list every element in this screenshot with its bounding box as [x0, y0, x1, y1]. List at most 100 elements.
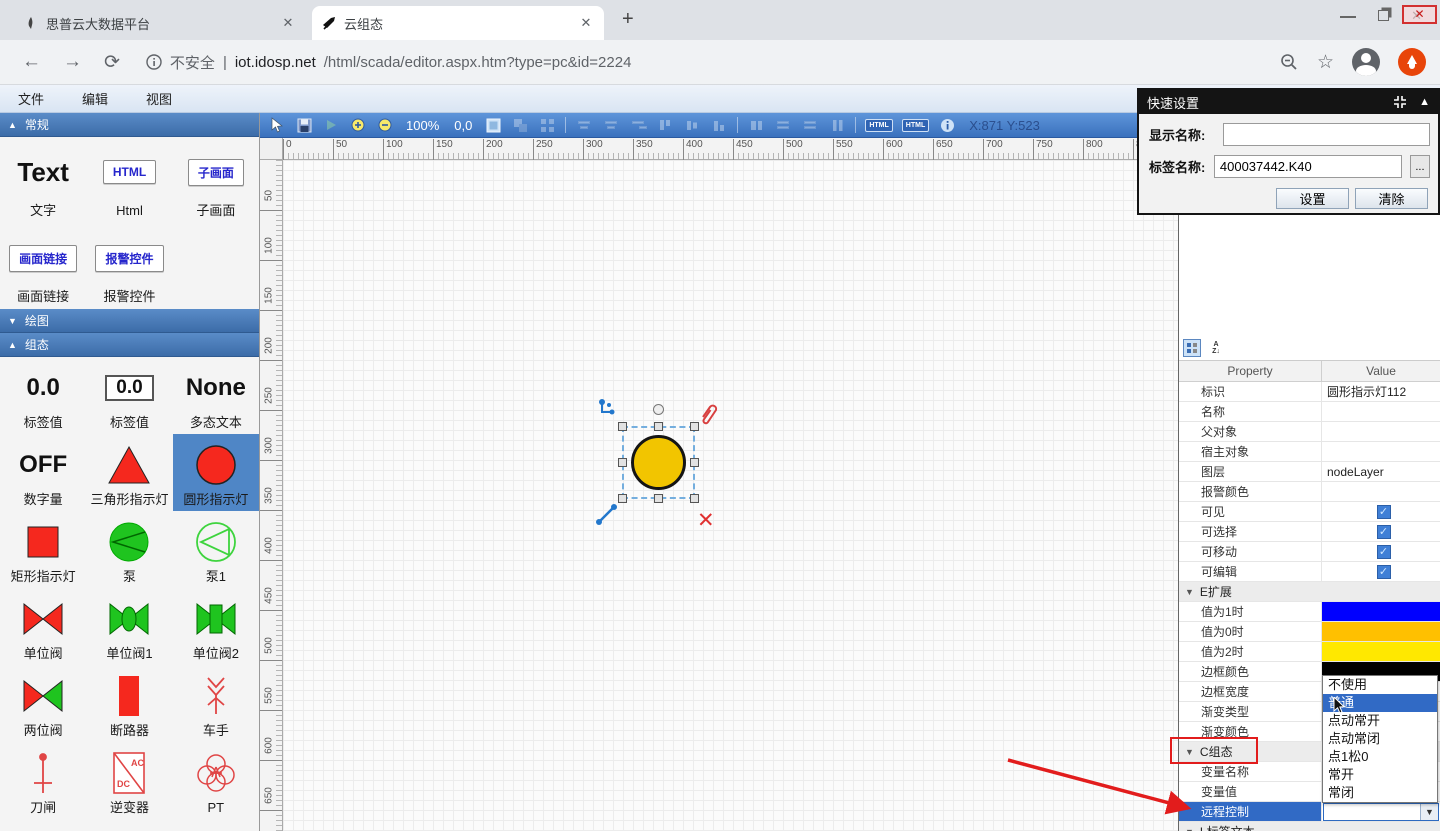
property-value[interactable]: ✓ — [1322, 522, 1440, 541]
palette-item-subscreen[interactable]: 子画面子画面 — [173, 137, 259, 223]
palette-item-inverter[interactable]: ACDC逆变器 — [86, 742, 172, 819]
align-middle-icon[interactable] — [683, 116, 701, 134]
palette-section-general[interactable]: ▲ 常规 — [0, 113, 259, 137]
property-value[interactable] — [1322, 402, 1440, 421]
canvas-settings-icon[interactable] — [484, 116, 502, 134]
resize-handle-ml[interactable] — [618, 458, 627, 467]
minimize-icon[interactable] — [1340, 8, 1356, 18]
palette-item-tag-value[interactable]: 0.0标签值 — [0, 357, 86, 434]
property-row-值为2时[interactable]: 值为2时 — [1179, 642, 1440, 662]
clear-button[interactable]: 清除 — [1355, 188, 1428, 209]
resize-diagonal-icon[interactable] — [595, 502, 619, 526]
attach-tag-icon[interactable] — [697, 403, 719, 427]
same-width-icon[interactable] — [747, 116, 765, 134]
palette-item-valve2[interactable]: 单位阀2 — [173, 588, 259, 665]
checkbox-checked[interactable]: ✓ — [1377, 505, 1391, 519]
new-tab-button[interactable]: + — [622, 8, 634, 31]
palette-item-html[interactable]: HTMLHtml — [86, 137, 172, 223]
palette-item-alarm-control[interactable]: 报警控件报警控件 — [86, 223, 172, 309]
align-left-icon[interactable] — [575, 116, 593, 134]
dropdown-option-不使用[interactable]: 不使用 — [1323, 676, 1437, 694]
browser-tab-editor[interactable]: 云组态 ✕ — [312, 6, 604, 40]
resize-handle-br[interactable] — [690, 494, 699, 503]
palette-item-hand-switch[interactable]: 车手 — [173, 665, 259, 742]
property-value[interactable] — [1322, 422, 1440, 441]
property-row-可见[interactable]: 可见✓ — [1179, 502, 1440, 522]
palette-section-draw[interactable]: ▼ 绘图 — [0, 309, 259, 333]
property-row-标识[interactable]: 标识圆形指示灯112 — [1179, 382, 1440, 402]
dropdown-option-点动常闭[interactable]: 点动常闭 — [1323, 730, 1437, 748]
menu-view[interactable]: 视图 — [146, 89, 172, 108]
property-value[interactable]: 圆形指示灯112 — [1322, 382, 1440, 401]
zoom-in-icon[interactable] — [349, 116, 367, 134]
ungroup-icon[interactable] — [538, 116, 556, 134]
checkbox-checked[interactable]: ✓ — [1377, 545, 1391, 559]
palette-item-circle-indicator[interactable]: 圆形指示灯 — [173, 434, 259, 511]
dropdown-option-点1松0[interactable]: 点1松0 — [1323, 748, 1437, 766]
property-row-category-E扩展[interactable]: ▼E扩展 — [1179, 582, 1440, 602]
palette-item-breaker[interactable]: 断路器 — [86, 665, 172, 742]
palette-item-valve1[interactable]: 单位阀1 — [86, 588, 172, 665]
tag-name-input[interactable] — [1214, 155, 1402, 178]
dropdown-option-常闭[interactable]: 常闭 — [1323, 784, 1437, 802]
run-icon[interactable] — [322, 116, 340, 134]
restore-icon[interactable] — [1378, 10, 1389, 21]
resize-handle-mr[interactable] — [690, 458, 699, 467]
distribute-h-icon[interactable] — [801, 116, 819, 134]
property-row-值为0时[interactable]: 值为0时 — [1179, 622, 1440, 642]
collapse-icon[interactable]: ▼ — [1185, 587, 1194, 597]
property-value[interactable]: ✓ — [1322, 562, 1440, 581]
bookmark-star-icon[interactable]: ☆ — [1317, 51, 1334, 74]
tab-close-icon[interactable]: ✕ — [280, 15, 296, 31]
property-row-值为1时[interactable]: 值为1时 — [1179, 602, 1440, 622]
palette-item-pump[interactable]: 泵 — [86, 511, 172, 588]
reload-icon[interactable]: ⟳ — [104, 51, 120, 74]
palette-item-two-way-valve[interactable]: 两位阀 — [0, 665, 86, 742]
property-value[interactable]: ✓ — [1322, 502, 1440, 521]
property-row-宿主对象[interactable]: 宿主对象 — [1179, 442, 1440, 462]
property-row-报警颜色[interactable]: 报警颜色 — [1179, 482, 1440, 502]
property-row-可编辑[interactable]: 可编辑✓ — [1179, 562, 1440, 582]
property-row-名称[interactable]: 名称 — [1179, 402, 1440, 422]
delete-widget-icon[interactable]: ✕ — [697, 508, 715, 533]
palette-item-valve[interactable]: 单位阀 — [0, 588, 86, 665]
pointer-tool-icon[interactable] — [268, 116, 286, 134]
sort-az-icon[interactable]: AZ↓ — [1207, 339, 1225, 357]
collapse-icon[interactable]: ▼ — [1185, 827, 1194, 831]
menu-file[interactable]: 文件 — [18, 89, 44, 108]
connect-handle-icon[interactable] — [598, 398, 620, 420]
browse-tag-button[interactable]: ... — [1410, 155, 1430, 178]
color-swatch-#0000FF[interactable] — [1322, 602, 1440, 621]
categorize-icon[interactable] — [1183, 339, 1201, 357]
color-swatch-#FFC000[interactable] — [1322, 622, 1440, 641]
palette-item-triangle-indicator[interactable]: 三角形指示灯 — [86, 434, 172, 511]
dock-icon[interactable] — [1393, 95, 1407, 109]
zoom-out-page-icon[interactable] — [1279, 52, 1299, 72]
align-bottom-icon[interactable] — [710, 116, 728, 134]
html-preview-icon[interactable]: HTML — [902, 119, 929, 132]
quick-settings-header[interactable]: 快速设置 ▲ — [1139, 90, 1438, 114]
property-value[interactable] — [1322, 442, 1440, 461]
zoom-out-icon[interactable] — [376, 116, 394, 134]
palette-item-tag-value-boxed[interactable]: 0.0标签值 — [86, 357, 172, 434]
tab-close-icon[interactable]: ✕ — [578, 15, 594, 31]
align-top-icon[interactable] — [656, 116, 674, 134]
palette-item-knife-switch[interactable]: 刀闸 — [0, 742, 86, 819]
rotate-handle[interactable] — [653, 404, 664, 415]
browser-tab-platform[interactable]: 思普云大数据平台 ✕ — [14, 6, 306, 40]
property-value[interactable] — [1322, 482, 1440, 501]
palette-item-digital-value[interactable]: OFF数字量 — [0, 434, 86, 511]
collapse-panel-icon[interactable]: ▲ — [1419, 96, 1430, 108]
set-button[interactable]: 设置 — [1276, 188, 1349, 209]
resize-handle-tl[interactable] — [618, 422, 627, 431]
extension-icon[interactable] — [1398, 48, 1426, 76]
property-row-父对象[interactable]: 父对象 — [1179, 422, 1440, 442]
circle-indicator-widget[interactable] — [631, 435, 686, 490]
checkbox-checked[interactable]: ✓ — [1377, 565, 1391, 579]
dropdown-option-常开[interactable]: 常开 — [1323, 766, 1437, 784]
align-center-icon[interactable] — [602, 116, 620, 134]
back-icon[interactable]: ← — [22, 51, 41, 73]
distribute-v-icon[interactable] — [828, 116, 846, 134]
palette-item-pump1[interactable]: 泵1 — [173, 511, 259, 588]
property-value[interactable]: ✓ — [1322, 542, 1440, 561]
